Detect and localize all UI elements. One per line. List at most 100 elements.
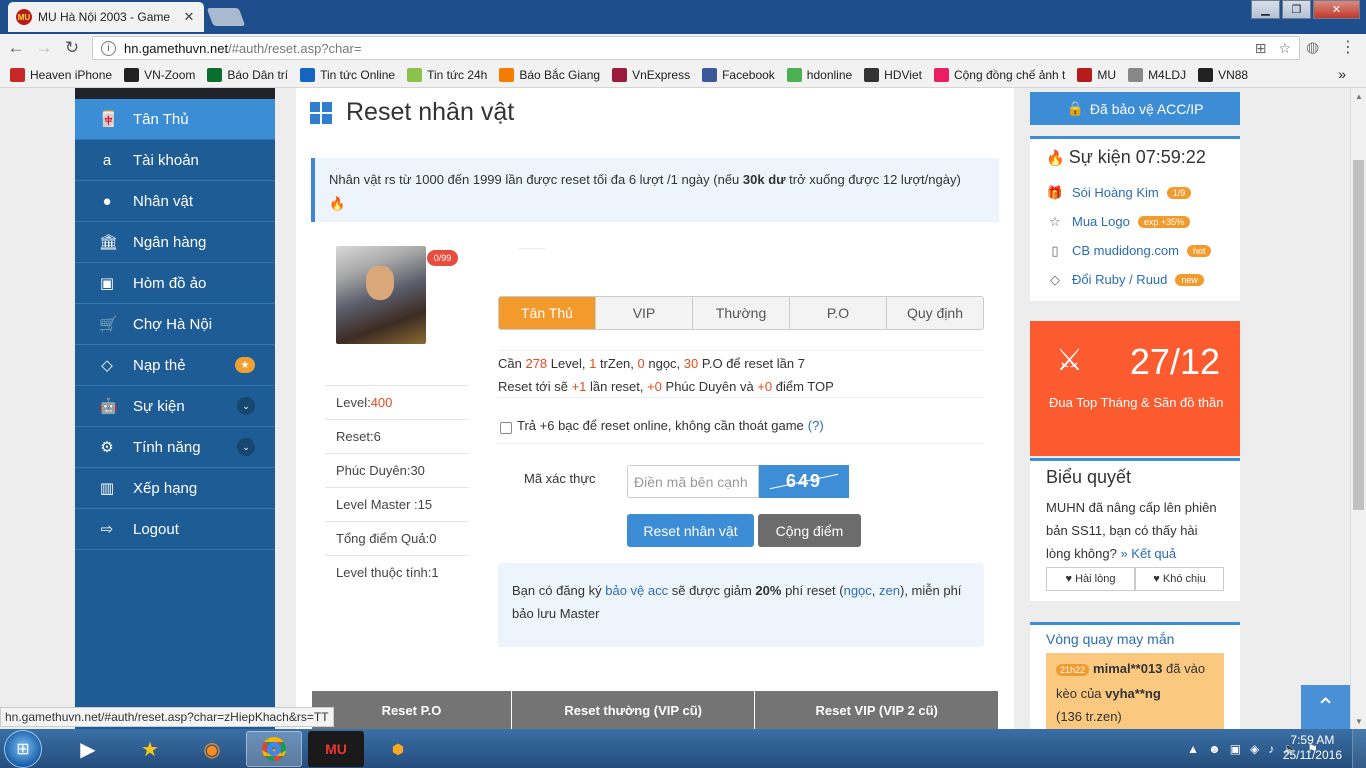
protect-acc-link[interactable]: bảo vệ acc [605, 583, 668, 598]
chrome-menu-icon[interactable]: ⋮ [1340, 37, 1356, 57]
event-item[interactable]: ▯ CB mudidong.com hot [1046, 236, 1224, 265]
event-item[interactable]: ☆ Mua Logo exp +35% [1046, 207, 1224, 236]
extension-icon[interactable]: ◍ [1306, 38, 1319, 56]
captcha-image[interactable]: 649 [759, 465, 849, 498]
sidebar-item-1[interactable]: a Tài khoản [75, 140, 275, 181]
window-close-icon[interactable]: ✕ [1313, 0, 1360, 19]
bookmark-6[interactable]: VnExpress [612, 67, 690, 82]
chrome-icon[interactable] [246, 731, 302, 767]
stat-row: Reset: 6 [325, 419, 469, 453]
scrollbar-thumb[interactable] [1353, 160, 1364, 510]
scroll-up-icon[interactable]: ▲ [1351, 88, 1366, 104]
star-app-icon[interactable]: ★ [122, 731, 178, 767]
page-scrollbar[interactable]: ▲ ▼ [1350, 88, 1366, 729]
media-player-icon[interactable]: ▶ [60, 731, 116, 767]
bookmark-1[interactable]: VN-Zoom [124, 67, 195, 82]
forward-icon[interactable]: → [32, 36, 56, 60]
captcha-input[interactable]: Điền mã bên cạnh [627, 465, 759, 498]
bookmark-13[interactable]: VN88 [1198, 67, 1249, 82]
ngoc-link[interactable]: ngọc [844, 583, 872, 598]
tray-audio-icon[interactable]: ♪ [1268, 742, 1274, 756]
bookmarks-overflow-icon[interactable]: » [1338, 66, 1346, 82]
zen-link[interactable]: zen [879, 583, 900, 598]
sidebar-item-0[interactable]: 🀄 Tân Thủ [75, 99, 275, 140]
tab-0[interactable]: Tân Thủ [499, 297, 595, 329]
tab-4[interactable]: Quy định [886, 297, 983, 329]
sidebar-item-label: Ngân hàng [133, 233, 207, 251]
start-button[interactable]: ⊞ [4, 730, 42, 768]
scroll-to-top-button[interactable]: ⌃ [1301, 685, 1350, 729]
poll-result-link[interactable]: » Kết quả [1120, 546, 1176, 561]
sidebar-item-7[interactable]: 🤖 Sự kiện ⌄ [75, 386, 275, 427]
site-info-icon[interactable]: i [101, 40, 116, 56]
online-reset-help-link[interactable]: (?) [808, 418, 824, 433]
tray-monitor-icon[interactable]: ▣ [1230, 742, 1241, 756]
poll-no-button[interactable]: ♥ Khó chịu [1135, 567, 1224, 591]
bookmark-12[interactable]: M4LDJ [1128, 67, 1186, 82]
back-icon[interactable]: ← [4, 36, 28, 60]
bookmark-8[interactable]: hdonline [786, 67, 852, 82]
mu-launcher-icon[interactable]: ⬢ [370, 731, 426, 767]
bookmark-9[interactable]: HDViet [864, 67, 922, 82]
bookmark-label: VN88 [1218, 67, 1249, 82]
bookmark-11[interactable]: MU [1077, 67, 1117, 82]
firefox-icon[interactable]: ◉ [184, 731, 240, 767]
promo-banner[interactable]: ⚔ 27/12 Đua Top Tháng & Săn đồ thần [1030, 321, 1240, 456]
show-desktop-button[interactable] [1352, 729, 1366, 768]
new-tab-button[interactable] [206, 8, 246, 26]
sidebar-item-2[interactable]: ● Nhân vật [75, 181, 275, 222]
chevron-down-icon[interactable]: ⌄ [237, 397, 255, 415]
taskbar-clock[interactable]: 7:59 AM 25/11/2016 [1283, 733, 1342, 763]
mu-game-icon[interactable]: MU [308, 731, 364, 767]
ninja-icon: ⚔ [1056, 344, 1083, 377]
sidebar-item-3[interactable]: 🏛 Ngân hàng [75, 222, 275, 263]
bookmark-7[interactable]: Facebook [702, 67, 775, 82]
bookmark-10[interactable]: Cộng đồng chế ảnh t [933, 67, 1065, 82]
address-bar[interactable]: i hn.gamethuvn.net /#auth/reset.asp?char… [92, 36, 1300, 60]
lucky-wheel-title[interactable]: Vòng quay may mắn [1046, 631, 1224, 647]
translate-icon[interactable]: ⊞ [1255, 40, 1267, 57]
req-level: 278 [525, 356, 548, 371]
protected-acc-button[interactable]: 🔒 Đã bảo vệ ACC/IP [1030, 92, 1240, 125]
tray-expand-icon[interactable]: ▲ [1187, 742, 1199, 756]
event-item[interactable]: 🎁 Sói Hoàng Kim 1/9 [1046, 178, 1224, 207]
bookmark-3[interactable]: Tin tức Online [300, 67, 395, 82]
tab-3[interactable]: P.O [789, 297, 886, 329]
tray-network-icon[interactable]: ◈ [1250, 742, 1259, 756]
bookmark-4[interactable]: Tin tức 24h [407, 67, 487, 82]
sidebar-item-5[interactable]: 🛒 Chợ Hà Nội [75, 304, 275, 345]
online-reset-label[interactable]: Trả +6 bạc để reset online, không cần th… [517, 418, 804, 433]
fire-icon: 🔥 [1046, 149, 1065, 167]
reset-character-button[interactable]: Reset nhân vật [627, 514, 754, 547]
event-item[interactable]: ◇ Đổi Ruby / Ruud new [1046, 265, 1224, 294]
bookmark-0[interactable]: Heaven iPhone [10, 67, 112, 82]
tab-close-icon[interactable]: ✕ [182, 9, 196, 25]
minimize-icon[interactable]: ▁ [1251, 0, 1280, 19]
sidebar-item-4[interactable]: ▣ Hòm đồ ảo [75, 263, 275, 304]
sidebar-item-6[interactable]: ◇ Nạp thẻ ★ [75, 345, 275, 386]
chevron-down-icon[interactable]: ⌄ [237, 438, 255, 456]
req-ngoc: 0 [637, 356, 645, 371]
windows-icon [310, 101, 332, 124]
scroll-down-icon[interactable]: ▼ [1351, 713, 1366, 729]
poll-yes-button[interactable]: ♥ Hài lòng [1046, 567, 1135, 591]
tab-1[interactable]: VIP [595, 297, 692, 329]
tab-2[interactable]: Thường [692, 297, 789, 329]
bookmark-label: MU [1097, 67, 1117, 82]
bar-chart-icon: ▥ [99, 480, 115, 497]
online-reset-checkbox[interactable] [500, 422, 512, 434]
add-points-button[interactable]: Cộng điểm [758, 514, 861, 547]
gears-icon: ⚙ [100, 439, 114, 456]
bookmark-5[interactable]: Báo Bắc Giang [499, 67, 600, 82]
sidebar-item-8[interactable]: ⚙ Tính năng ⌄ [75, 427, 275, 468]
divider [518, 248, 546, 249]
poll-title: Biểu quyết [1046, 467, 1132, 487]
sidebar-item-10[interactable]: ⇨ Logout [75, 509, 275, 550]
bookmark-2[interactable]: Báo Dân trí [207, 67, 288, 82]
tray-app-icon[interactable]: ☻ [1208, 742, 1221, 756]
reload-icon[interactable]: ↻ [60, 36, 84, 60]
maximize-icon[interactable]: ❐ [1282, 0, 1311, 19]
sidebar-item-9[interactable]: ▥ Xếp hạng [75, 468, 275, 509]
browser-tab[interactable]: MU MU Hà Nội 2003 - Game ✕ [8, 2, 204, 32]
bookmark-star-icon[interactable]: ☆ [1278, 40, 1291, 57]
